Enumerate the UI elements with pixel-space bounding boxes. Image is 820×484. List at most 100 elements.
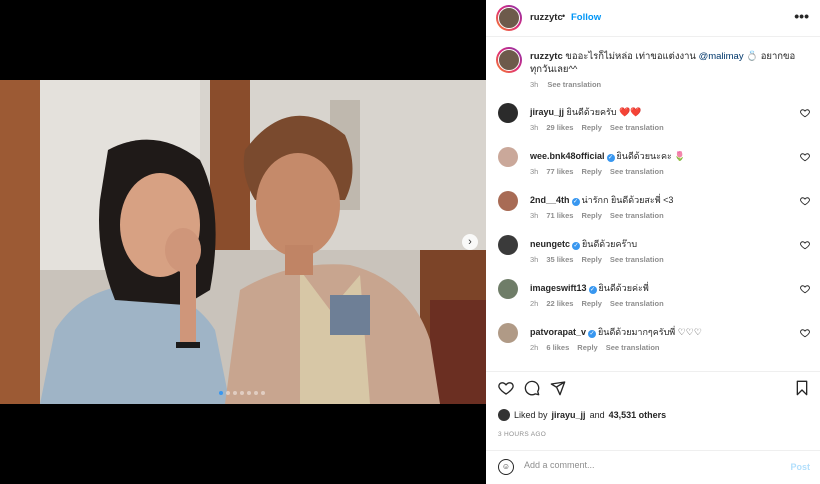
comment-likes[interactable]: 6 likes: [546, 343, 569, 352]
comment-item: 2nd__4th ✓ น่ารักก ยินดีด้วยสะพี่ <3 3h 71 l…: [486, 184, 820, 228]
commenter-username[interactable]: wee.bnk48official: [530, 151, 605, 161]
verified-badge-icon: ✓: [588, 330, 597, 338]
follow-button[interactable]: Follow: [571, 12, 601, 23]
caption-text: ruzzytc ขออะไรก็ไม่หล่อ เท่าขอแต่งงาน @m…: [530, 50, 798, 76]
bookmark-icon[interactable]: [794, 380, 810, 400]
likes-prefix: Liked by: [514, 410, 548, 420]
comment-reply-button[interactable]: Reply: [581, 255, 601, 264]
comment-like-heart-icon[interactable]: [800, 328, 810, 341]
commenter-avatar[interactable]: [498, 147, 518, 167]
paper-plane-icon[interactable]: [550, 380, 566, 400]
verified-badge-icon: ✓: [588, 286, 597, 294]
commenter-username[interactable]: patvorapat_v: [530, 327, 586, 337]
likes-and: and: [589, 410, 605, 420]
caption-body: ขออะไรก็ไม่หล่อ เท่าขอแต่งงาน: [565, 51, 696, 62]
comment-text: ยินดีด้วยครับ ❤️❤️: [566, 107, 642, 117]
comment-likes[interactable]: 35 likes: [546, 255, 573, 264]
comment-likes[interactable]: 77 likes: [546, 167, 573, 176]
carousel-dot: [233, 391, 237, 395]
smiley-icon[interactable]: ☺: [498, 459, 514, 475]
commenter-avatar[interactable]: [498, 103, 518, 123]
carousel-dot: [247, 391, 251, 395]
comment-reply-button[interactable]: Reply: [581, 123, 601, 132]
comment-time[interactable]: 3h: [530, 123, 538, 132]
carousel-dot: [226, 391, 230, 395]
comment-time[interactable]: 3h: [530, 211, 538, 220]
comment-see-translation[interactable]: See translation: [610, 167, 664, 176]
chevron-right-icon: ›: [468, 235, 472, 248]
more-options-icon[interactable]: •••: [794, 8, 809, 24]
comment-see-translation[interactable]: See translation: [610, 299, 664, 308]
add-comment-bar: ☺ Post: [486, 450, 820, 484]
post-comment-button[interactable]: Post: [790, 462, 810, 472]
liker-avatar[interactable]: [498, 409, 510, 421]
comment-time[interactable]: 3h: [530, 167, 538, 176]
comment-time[interactable]: 2h: [530, 343, 538, 352]
author-avatar[interactable]: [496, 5, 522, 31]
caption-avatar[interactable]: [496, 47, 522, 73]
comment-like-heart-icon[interactable]: [800, 240, 810, 253]
comment-reply-button[interactable]: Reply: [577, 343, 597, 352]
comment-reply-button[interactable]: Reply: [581, 167, 601, 176]
commenter-avatar[interactable]: [498, 191, 518, 211]
comment-see-translation[interactable]: See translation: [606, 343, 660, 352]
comment-likes[interactable]: 71 likes: [546, 211, 573, 220]
comment-input[interactable]: [524, 460, 764, 470]
like-heart-icon[interactable]: [498, 380, 514, 400]
comment-see-translation[interactable]: See translation: [610, 255, 664, 264]
comment-like-heart-icon[interactable]: [800, 284, 810, 297]
commenter-username[interactable]: jirayu_jj: [530, 107, 564, 117]
carousel-dots: [219, 391, 265, 395]
caption-time[interactable]: 3h: [530, 80, 538, 89]
likes-others[interactable]: 43,531 others: [609, 410, 667, 420]
comment-likes[interactable]: 22 likes: [546, 299, 573, 308]
commenter-avatar[interactable]: [498, 235, 518, 255]
comment-time[interactable]: 2h: [530, 299, 538, 308]
caption-meta: 3h See translation: [530, 80, 601, 89]
commenter-username[interactable]: imageswift13: [530, 283, 587, 293]
commenter-username[interactable]: neungetc: [530, 239, 570, 249]
comment-time[interactable]: 3h: [530, 255, 538, 264]
commenter-username[interactable]: 2nd__4th: [530, 195, 570, 205]
caption-see-translation[interactable]: See translation: [547, 80, 601, 89]
comment-see-translation[interactable]: See translation: [610, 211, 664, 220]
header-separator: •: [562, 11, 566, 21]
comment-meta: 2h 22 likes Reply See translation: [530, 299, 664, 308]
post-header: ruzzytc • Follow •••: [486, 0, 820, 37]
comment-line: neungetc ✓ ยินดีด้วยคร๊าบ: [530, 237, 637, 251]
carousel-next-button[interactable]: ›: [462, 234, 478, 250]
comment-item: wee.bnk48official ✓ ยินดีด้วยนะคะ 🌷 3h 77 li…: [486, 140, 820, 184]
comment-line: jirayu_jj ยินดีด้วยครับ ❤️❤️: [530, 105, 641, 119]
comment-like-heart-icon[interactable]: [800, 152, 810, 165]
comment-see-translation[interactable]: See translation: [610, 123, 664, 132]
comment-meta: 3h 77 likes Reply See translation: [530, 167, 664, 176]
likes-user[interactable]: jirayu_jj: [552, 410, 586, 420]
comment-meta: 2h 6 likes Reply See translation: [530, 343, 660, 352]
verified-badge-icon: ✓: [606, 154, 615, 162]
comment-line: imageswift13 ✓ ยินดีด้วยค่ะพี่: [530, 281, 649, 295]
caption-mention[interactable]: @malimay: [699, 51, 744, 62]
speech-bubble-icon[interactable]: [524, 380, 540, 400]
caption-username[interactable]: ruzzytc: [530, 51, 563, 62]
comment-item: patvorapat_v ✓ ยินดีด้วยมากๆครับพี่ ♡♡♡ 2h 6…: [486, 316, 820, 360]
carousel-dot: [240, 391, 244, 395]
comment-text: ยินดีด้วยค่ะพี่: [598, 283, 649, 293]
comment-like-heart-icon[interactable]: [800, 196, 810, 209]
comment-text: ยินดีด้วยมากๆครับพี่ ♡♡♡: [598, 327, 702, 337]
comment-text: ยินดีด้วยคร๊าบ: [582, 239, 638, 249]
comment-like-heart-icon[interactable]: [800, 108, 810, 121]
comment-reply-button[interactable]: Reply: [581, 211, 601, 220]
comment-meta: 3h 35 likes Reply See translation: [530, 255, 664, 264]
commenter-avatar[interactable]: [498, 323, 518, 343]
comment-text: น่ารักก ยินดีด้วยสะพี่ <3: [581, 195, 674, 205]
post-time[interactable]: 3 HOURS AGO: [498, 431, 546, 438]
post-side-panel: ruzzytc • Follow ••• ruzzytc ขออะไรก็ไม่…: [486, 0, 820, 484]
commenter-avatar[interactable]: [498, 279, 518, 299]
post-photo[interactable]: [0, 80, 486, 404]
comment-item: imageswift13 ✓ ยินดีด้วยค่ะพี่ 2h 22 likes Re…: [486, 272, 820, 316]
comment-likes[interactable]: 29 likes: [546, 123, 573, 132]
post-actions: [486, 371, 820, 407]
author-username[interactable]: ruzzytc: [530, 12, 563, 23]
comment-item: jirayu_jj ยินดีด้วยครับ ❤️❤️ 3h 29 likes Re…: [486, 96, 820, 140]
comment-reply-button[interactable]: Reply: [581, 299, 601, 308]
